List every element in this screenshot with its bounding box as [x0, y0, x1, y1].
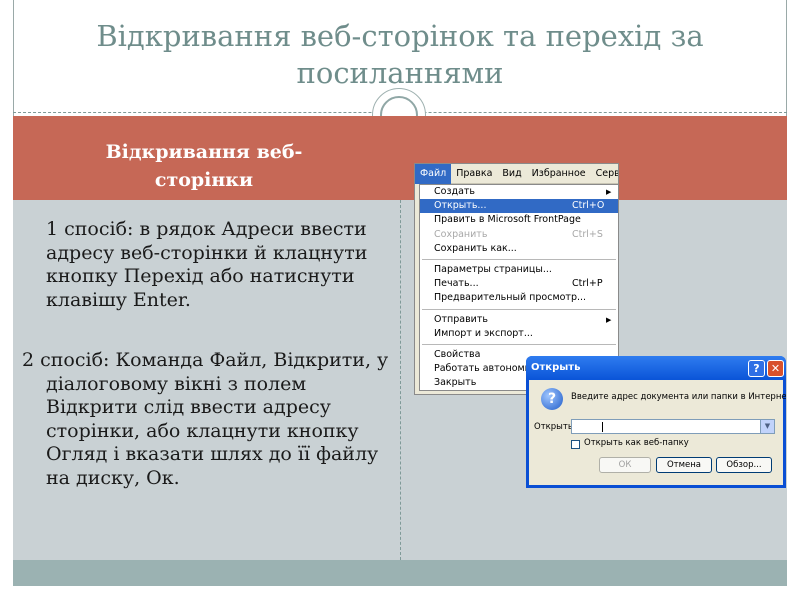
menu-item-label: Сохранить как... [434, 242, 517, 254]
menu-item-print[interactable]: Печать... Ctrl+P [420, 277, 618, 291]
open-as-webfolder-checkbox[interactable] [571, 440, 580, 449]
submenu-arrow-icon: ▶ [606, 315, 612, 324]
menu-item-label: Предварительный просмотр... [434, 292, 587, 304]
menu-item-label: Импорт и экспорт... [434, 327, 533, 339]
slide-title: Відкривання веб-сторінок та перехід за п… [96, 19, 704, 90]
menu-item-label: Печать... [434, 278, 479, 290]
menu-edit[interactable]: Правка [451, 164, 497, 184]
open-dialog: Открыть ? ✕ ? Введите адрес документа ил… [526, 356, 786, 488]
menu-item-page-setup[interactable]: Параметры страницы... [420, 263, 618, 277]
menu-item-label: Свойства [434, 348, 481, 360]
menu-separator [422, 343, 616, 345]
help-button[interactable]: ? [748, 360, 765, 377]
menu-service[interactable]: Сервис [591, 164, 618, 184]
menu-item-label: Параметры страницы... [434, 263, 552, 275]
ok-button[interactable]: ОК [599, 457, 651, 473]
question-icon: ? [541, 388, 563, 410]
menu-item-edit-frontpage[interactable]: Править в Microsoft FrontPage [420, 213, 618, 227]
menu-bar: Файл Правка Вид Избранное Сервис [415, 164, 618, 184]
menu-item-label: Открыть... [434, 200, 487, 212]
menu-item-label: Закрыть [434, 377, 477, 389]
dialog-message: Введите адрес документа или папки в Инте… [571, 392, 786, 402]
menu-item-label: Создать [434, 186, 476, 197]
menu-file[interactable]: Файл [415, 164, 452, 184]
menu-item-shortcut: Ctrl+P [572, 278, 603, 290]
dialog-body: ? Введите адрес документа или папки в Ин… [529, 380, 786, 485]
menu-separator [422, 308, 616, 310]
menu-item-import-export[interactable]: Импорт и экспорт... [420, 327, 618, 341]
menu-item-label: Работать автономно [434, 363, 537, 375]
browse-button[interactable]: Обзор... [716, 457, 772, 473]
menu-view[interactable]: Вид [497, 164, 526, 184]
column-divider [400, 200, 401, 560]
menu-item-label: Сохранить [434, 228, 488, 240]
menu-item-open[interactable]: Открыть... Ctrl+O [420, 199, 618, 214]
text-caret [602, 422, 603, 432]
close-button[interactable]: ✕ [767, 360, 784, 377]
menu-item-save-as[interactable]: Сохранить как... [420, 242, 618, 256]
menu-item-shortcut: Ctrl+O [572, 200, 605, 212]
menu-item-create[interactable]: Создать ▶ [420, 185, 618, 199]
open-as-webfolder-label: Открыть как веб-папку [584, 438, 689, 448]
menu-favorites[interactable]: Избранное [527, 164, 591, 184]
method-1-text: 1 спосіб: в рядок Адреси ввести адресу в… [46, 218, 368, 311]
dialog-title: Открыть [526, 356, 786, 380]
menu-separator [422, 258, 616, 260]
method-2-text: 2 спосіб: Команда Файл, Відкрити, у діал… [22, 349, 389, 489]
submenu-arrow-icon: ▶ [606, 188, 612, 196]
menu-item-shortcut: Ctrl+S [572, 228, 603, 240]
menu-item-send[interactable]: Отправить ▶ [420, 313, 618, 327]
menu-item-label: Отправить [434, 313, 488, 325]
cancel-button[interactable]: Отмена [656, 457, 712, 473]
chevron-down-icon[interactable]: ▼ [760, 420, 774, 433]
menu-item-save: Сохранить Ctrl+S [420, 228, 618, 242]
menu-item-label: Править в Microsoft FrontPage [434, 214, 581, 226]
section-title: Відкривання веб-сторінки [105, 141, 303, 191]
menu-item-print-preview[interactable]: Предварительный просмотр... [420, 291, 618, 305]
footer-bar [13, 560, 787, 586]
open-field-label: Открыть: [534, 422, 576, 432]
address-input[interactable]: ▼ [571, 419, 775, 434]
